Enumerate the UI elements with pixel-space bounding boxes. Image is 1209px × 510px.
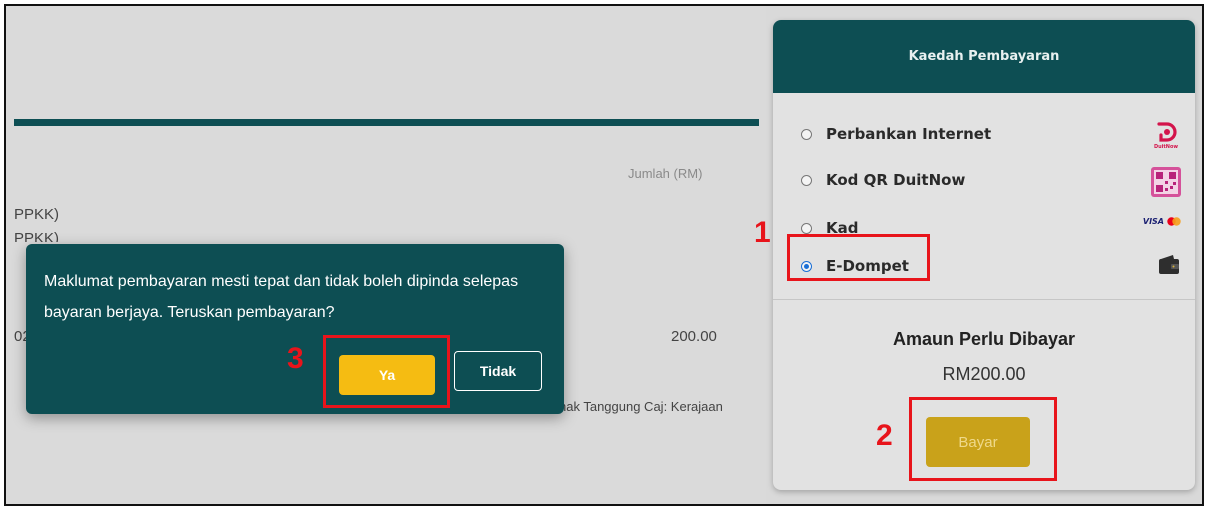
visa-mastercard-logo: VISA <box>1143 217 1181 226</box>
duitnow-logo-text: DuitNow <box>1153 144 1179 150</box>
amount-due-title: Amaun Perlu Dibayar <box>892 329 1076 349</box>
confirm-no-button[interactable]: Tidak <box>454 351 542 391</box>
pay-button[interactable]: Bayar <box>926 417 1030 467</box>
column-header-jumlah: Jumlah (RM) <box>628 166 703 181</box>
item-description-line2: PPKK) <box>14 230 60 242</box>
charge-bearer-note: nak Tanggung Caj: Kerajaan <box>559 399 723 414</box>
mastercard-icon <box>1167 217 1181 226</box>
item-amount: 200.00 <box>671 328 717 345</box>
qr-code-icon <box>1151 167 1181 201</box>
payment-method-panel: Kaedah Pembayaran Perbankan Internet Dui… <box>773 20 1195 490</box>
duitnow-logo: DuitNow <box>1151 121 1181 150</box>
method-label: E-Dompet <box>826 257 909 275</box>
section-divider <box>14 119 759 126</box>
wallet-icon <box>1157 253 1181 281</box>
item-description-line1: PPKK) <box>14 206 60 223</box>
confirm-yes-button[interactable]: Ya <box>339 355 435 395</box>
radio-button[interactable] <box>801 174 812 186</box>
method-option-perbankan-internet[interactable]: Perbankan Internet <box>801 121 991 147</box>
method-label: Kad <box>826 219 859 237</box>
confirm-payment-dialog: Maklumat pembayaran mesti tepat dan tida… <box>26 244 564 414</box>
radio-button[interactable] <box>801 222 812 234</box>
payment-panel-header: Kaedah Pembayaran <box>773 20 1195 93</box>
dialog-message: Maklumat pembayaran mesti tepat dan tida… <box>44 273 519 321</box>
annotation-step-3: 3 <box>287 342 304 375</box>
method-option-kad[interactable]: Kad <box>801 215 858 241</box>
amount-due-value: RM200.00 <box>942 364 1026 384</box>
radio-button-selected[interactable] <box>801 260 812 272</box>
annotation-step-1: 1 <box>754 216 771 249</box>
method-label: Kod QR DuitNow <box>826 171 966 189</box>
visa-logo-text: VISA <box>1142 217 1164 226</box>
screenshot-frame: Jumlah (RM) PPKK) PPKK) 02 200.00 nak Ta… <box>4 4 1204 506</box>
method-option-e-dompet[interactable]: E-Dompet <box>801 253 909 279</box>
radio-button[interactable] <box>801 128 812 140</box>
payment-method-list: Perbankan Internet DuitNow Kod QR DuitNo… <box>773 93 1195 299</box>
annotation-step-2: 2 <box>876 419 893 452</box>
method-label: Perbankan Internet <box>826 125 992 143</box>
method-option-kod-qr-duitnow[interactable]: Kod QR DuitNow <box>801 167 965 193</box>
panel-divider <box>773 299 1195 300</box>
